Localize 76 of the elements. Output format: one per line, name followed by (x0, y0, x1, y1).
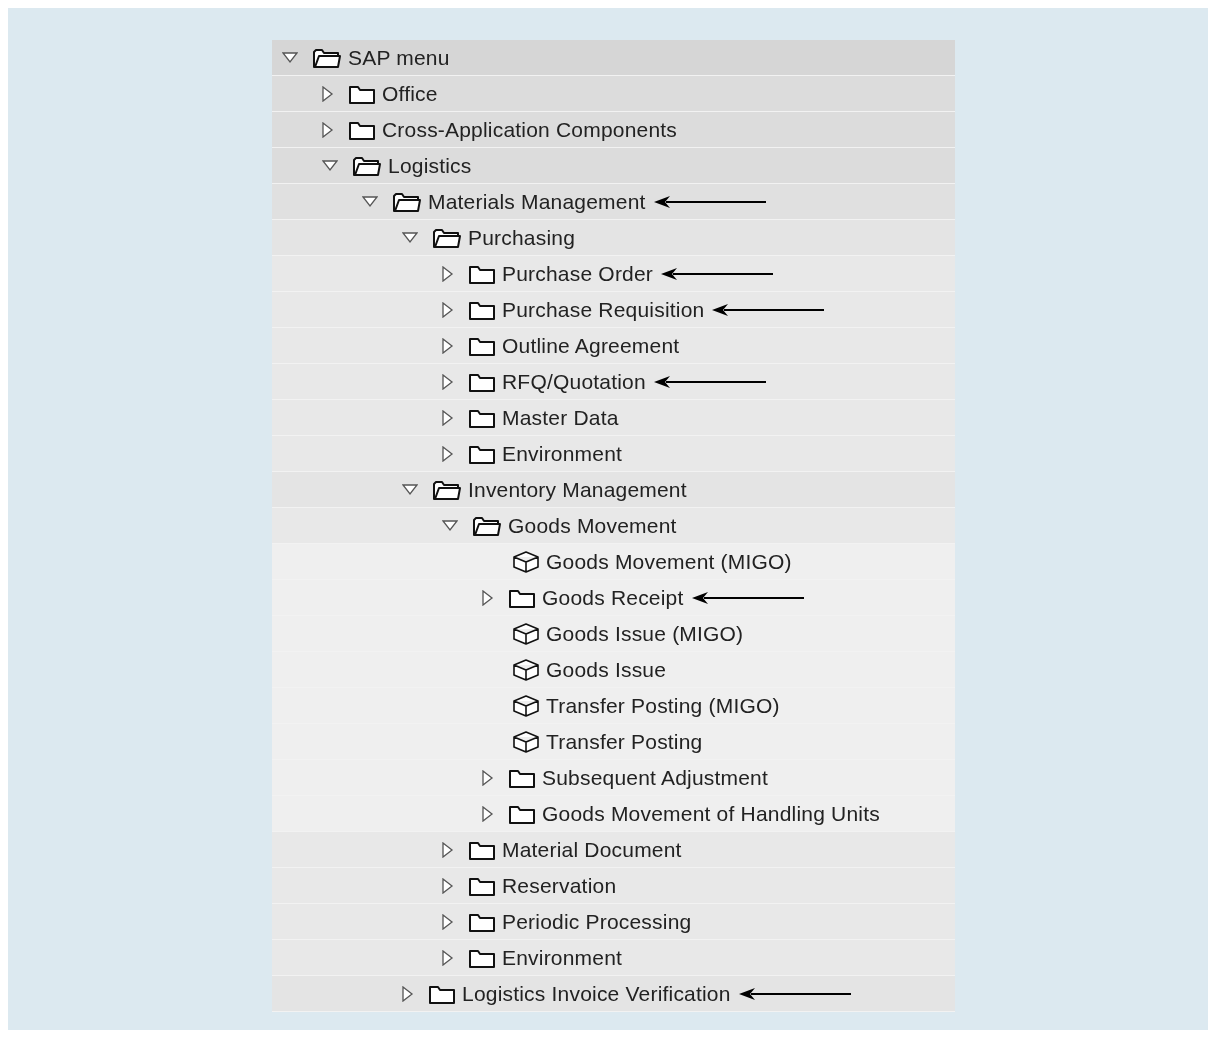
open-folder-icon (312, 46, 342, 69)
node-label[interactable]: Goods Receipt (542, 585, 684, 610)
expand-arrow-icon[interactable] (442, 841, 454, 858)
tree-row[interactable]: Logistics (272, 148, 955, 184)
open-folder-icon (392, 190, 422, 213)
expand-arrow-icon[interactable] (442, 913, 454, 930)
tree-row[interactable]: Purchasing (272, 220, 955, 256)
expand-arrow-icon[interactable] (442, 301, 454, 318)
cube-icon (512, 693, 540, 718)
tree-row[interactable]: Logistics Invoice Verification (272, 976, 955, 1012)
expand-arrow-icon[interactable] (442, 265, 454, 282)
tree-row[interactable]: SAP menu (272, 40, 955, 76)
collapse-arrow-icon[interactable] (402, 231, 418, 244)
open-folder-icon (432, 226, 462, 249)
open-folder-icon (352, 154, 382, 177)
cube-icon (512, 729, 540, 754)
node-label[interactable]: Purchase Requisition (502, 297, 705, 322)
node-label[interactable]: Materials Management (428, 189, 646, 214)
tree-row[interactable]: Office (272, 76, 955, 112)
expand-arrow-icon[interactable] (322, 85, 334, 102)
tree-row[interactable]: Subsequent Adjustment (272, 760, 955, 796)
expand-arrow-icon[interactable] (482, 769, 494, 786)
expand-arrow-icon[interactable] (442, 373, 454, 390)
node-label[interactable]: Logistics (388, 153, 472, 178)
node-label[interactable]: Goods Movement (MIGO) (546, 549, 792, 574)
collapse-arrow-icon[interactable] (402, 483, 418, 496)
cube-icon (512, 657, 540, 682)
tree-row[interactable]: Transfer Posting (272, 724, 955, 760)
expand-arrow-icon[interactable] (482, 589, 494, 606)
node-label[interactable]: Subsequent Adjustment (542, 765, 769, 790)
tree-row[interactable]: Goods Receipt (272, 580, 955, 616)
node-label[interactable]: Reservation (502, 873, 617, 898)
expand-arrow-icon[interactable] (442, 409, 454, 426)
node-label[interactable]: Transfer Posting (546, 729, 703, 754)
node-label[interactable]: Goods Movement of Handling Units (542, 801, 880, 826)
node-label[interactable]: Transfer Posting (MIGO) (546, 693, 780, 718)
node-label[interactable]: Master Data (502, 405, 619, 430)
tree-row[interactable]: Inventory Management (272, 472, 955, 508)
node-label[interactable]: Purchasing (468, 225, 576, 250)
cube-icon (512, 549, 540, 574)
collapse-arrow-icon[interactable] (362, 195, 378, 208)
tree-row[interactable]: Transfer Posting (MIGO) (272, 688, 955, 724)
expand-arrow-icon[interactable] (442, 445, 454, 462)
node-label[interactable]: Inventory Management (468, 477, 687, 502)
node-label[interactable]: Outline Agreement (502, 333, 680, 358)
expand-arrow-icon[interactable] (322, 121, 334, 138)
node-label[interactable]: Material Document (502, 837, 682, 862)
node-label[interactable]: Office (382, 81, 438, 106)
tree-row[interactable]: Goods Issue (MIGO) (272, 616, 955, 652)
node-label[interactable]: Goods Issue (MIGO) (546, 621, 744, 646)
node-label[interactable]: Cross-Application Components (382, 117, 678, 142)
node-label[interactable]: Environment (502, 441, 623, 466)
open-folder-icon (432, 478, 462, 501)
node-label[interactable]: SAP menu (348, 45, 450, 70)
expand-arrow-icon[interactable] (402, 985, 414, 1002)
collapse-arrow-icon[interactable] (442, 519, 458, 532)
tree-row[interactable]: Goods Issue (272, 652, 955, 688)
cube-icon (512, 621, 540, 646)
expand-arrow-icon[interactable] (482, 805, 494, 822)
node-label[interactable]: Goods Movement (508, 513, 677, 538)
expand-arrow-icon[interactable] (442, 877, 454, 894)
tree-row[interactable]: Goods Movement (MIGO) (272, 544, 955, 580)
open-folder-icon (472, 514, 502, 537)
node-label[interactable]: RFQ/Quotation (502, 369, 646, 394)
expand-arrow-icon[interactable] (442, 949, 454, 966)
node-label[interactable]: Goods Issue (546, 657, 667, 682)
collapse-arrow-icon[interactable] (322, 159, 338, 172)
node-label[interactable]: Periodic Processing (502, 909, 692, 934)
collapse-arrow-icon[interactable] (282, 51, 298, 64)
tree-row[interactable]: Goods Movement of Handling Units (272, 796, 955, 832)
expand-arrow-icon[interactable] (442, 337, 454, 354)
node-label[interactable]: Logistics Invoice Verification (462, 981, 731, 1006)
node-label[interactable]: Environment (502, 945, 623, 970)
tree-row[interactable]: Materials Management (272, 184, 955, 220)
node-label[interactable]: Purchase Order (502, 261, 654, 286)
tree-row[interactable]: Cross-Application Components (272, 112, 955, 148)
